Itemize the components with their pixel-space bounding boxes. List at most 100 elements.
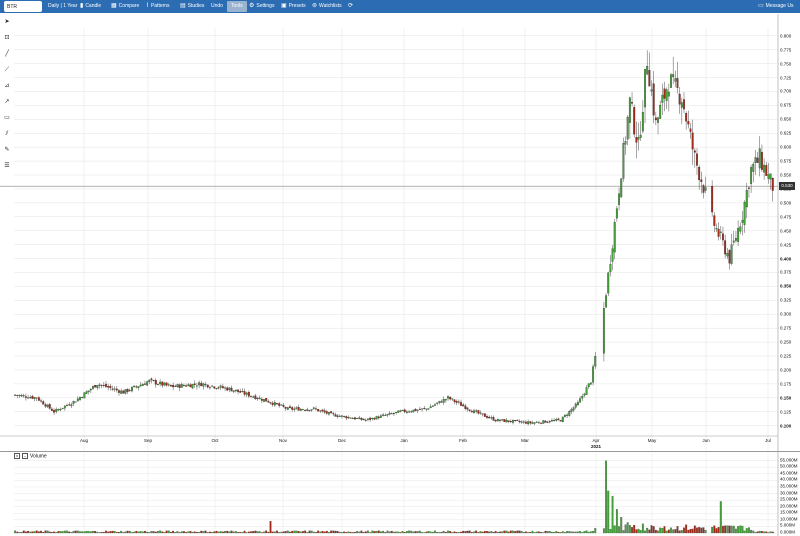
- message-us-button[interactable]: ▭ Message Us: [758, 0, 793, 13]
- volume-bar: [150, 530, 153, 534]
- watchlists-label: Watchlists: [319, 3, 342, 9]
- volume-bar: [403, 532, 406, 534]
- candle-body: [436, 402, 439, 404]
- candle-body: [711, 186, 714, 213]
- tools-button[interactable]: Tools: [227, 1, 247, 12]
- candle-body: [633, 107, 636, 135]
- candle-body: [451, 398, 454, 400]
- candle-body: [390, 413, 393, 415]
- volume-bars: [14, 460, 774, 534]
- compare-button[interactable]: ▦ Compare: [111, 0, 139, 13]
- volume-bar: [254, 530, 257, 534]
- volume-bar: [462, 530, 465, 534]
- date-tick-label: Mar: [521, 438, 529, 443]
- volume-bar: [592, 531, 594, 534]
- candle-body: [434, 404, 436, 406]
- candle-body: [408, 411, 411, 413]
- candle-body: [650, 89, 653, 92]
- price-tick-label: 0.400: [780, 256, 792, 262]
- volume-bar: [319, 531, 322, 534]
- candle-body: [66, 404, 68, 406]
- candle-body: [726, 253, 729, 257]
- volume-chart[interactable]: [0, 452, 800, 536]
- collapse-icon[interactable]: –: [22, 453, 28, 459]
- volume-bar: [367, 530, 369, 534]
- candle-body: [379, 415, 382, 418]
- price-tick-label: 0.125: [780, 409, 792, 415]
- candle-body: [648, 70, 651, 87]
- candle-body: [33, 397, 36, 399]
- candle-body: [462, 404, 465, 407]
- volume-bar: [83, 531, 86, 534]
- volume-bar: [167, 530, 170, 534]
- candle-body: [343, 415, 346, 417]
- symbol-input[interactable]: [4, 1, 42, 12]
- volume-bar: [224, 530, 226, 534]
- candle-body: [252, 396, 255, 398]
- price-chart[interactable]: [0, 14, 800, 451]
- volume-bar: [302, 531, 304, 534]
- volume-bar: [76, 530, 79, 534]
- period-button[interactable]: Daily | 1 Year: [48, 0, 77, 13]
- patterns-button[interactable]: ⌇ Patterns: [146, 0, 170, 13]
- candle-body: [31, 396, 34, 399]
- volume-bar: [100, 532, 103, 534]
- candle-body: [758, 148, 761, 169]
- volume-bar: [44, 530, 47, 534]
- candle-body: [230, 387, 233, 392]
- candle-body: [193, 383, 196, 385]
- volume-bar: [488, 531, 491, 534]
- volume-bar: [362, 532, 365, 534]
- volume-bar: [624, 524, 627, 534]
- price-tick-label: 0.200: [780, 367, 792, 373]
- volume-bar: [605, 460, 607, 534]
- volume-bar: [657, 530, 659, 534]
- candle-body: [741, 219, 744, 223]
- volume-bar: [687, 529, 690, 534]
- candle-body: [141, 384, 144, 386]
- top-toolbar: Daily | 1 Year ▮Candle ▦Compare ⌇Pattern…: [0, 0, 800, 13]
- volume-bar: [696, 527, 698, 534]
- volume-bar: [226, 530, 229, 534]
- candle-body: [475, 410, 478, 412]
- period-label: Daily | 1 Year: [48, 3, 78, 9]
- studies-button[interactable]: ▤ Studies: [180, 0, 204, 13]
- candle-body: [587, 383, 590, 388]
- refresh-button[interactable]: ⟳: [348, 0, 355, 13]
- candle-body: [146, 381, 149, 386]
- candle-button[interactable]: ▮ Candle: [80, 0, 101, 13]
- candle-body: [228, 387, 231, 390]
- candle-body: [572, 407, 575, 411]
- candle-body: [483, 413, 486, 417]
- candle-body: [698, 167, 701, 181]
- settings-button[interactable]: ⚙ Settings: [249, 0, 274, 13]
- volume-bar: [289, 531, 291, 534]
- candle-body: [763, 164, 766, 173]
- candle-body: [527, 421, 530, 425]
- volume-bar: [312, 531, 315, 534]
- volume-bar: [410, 530, 413, 534]
- undo-button[interactable]: Undo: [211, 0, 223, 13]
- candle-body: [747, 187, 750, 189]
- candle-body: [704, 187, 707, 191]
- volume-bar: [237, 532, 239, 534]
- volume-bar: [206, 532, 209, 534]
- volume-bar: [479, 531, 482, 534]
- studies-icon: ▤: [180, 3, 186, 9]
- volume-bar: [715, 528, 718, 534]
- presets-icon: ▣: [281, 3, 287, 9]
- candle-body: [585, 387, 588, 395]
- candle-body: [611, 248, 614, 262]
- volume-bar: [27, 530, 29, 534]
- candle-body: [304, 409, 307, 411]
- candle-body: [124, 389, 127, 394]
- volume-bar: [42, 532, 45, 534]
- close-icon[interactable]: x: [14, 453, 20, 459]
- presets-button[interactable]: ▣ Presets: [281, 0, 306, 13]
- volume-bar: [358, 531, 361, 534]
- watchlists-button[interactable]: ⊚ Watchlists: [312, 0, 342, 13]
- candle-body: [553, 420, 556, 421]
- date-axis: Aug Sep Oct Nov Dec Jan Feb Mar Apr May Jun Jul: [0, 436, 778, 450]
- volume-bar: [234, 531, 237, 534]
- candle-body: [79, 397, 81, 400]
